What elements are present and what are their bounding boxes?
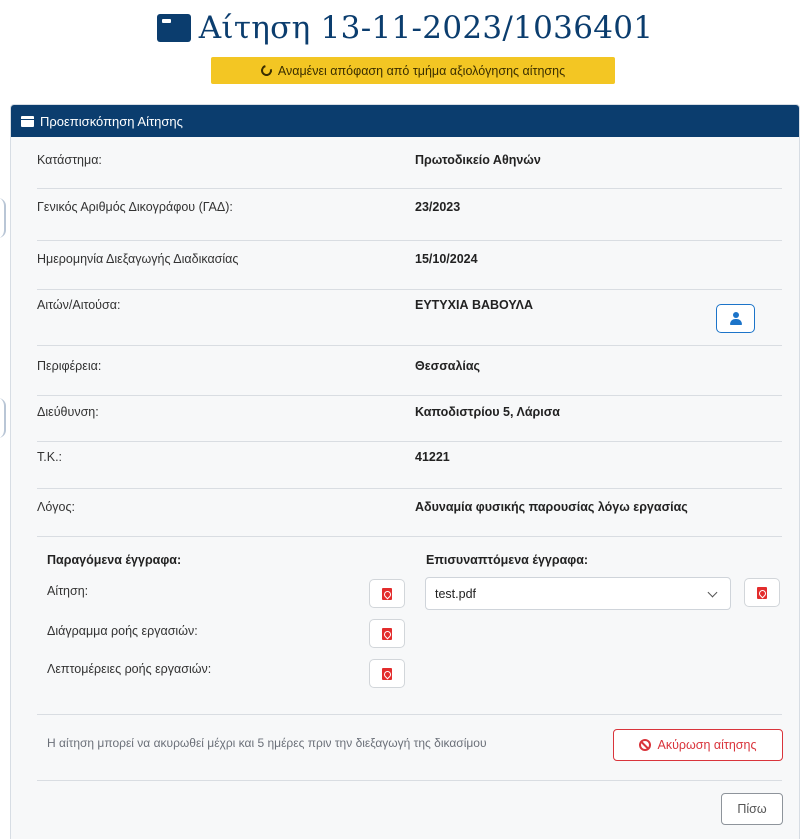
pdf-icon: [757, 586, 767, 599]
status-badge: Αναμένει απόφαση από τμήμα αξιολόγησης α…: [211, 57, 615, 84]
divider: [37, 240, 782, 241]
divider: [37, 345, 782, 346]
page-title: Αίτηση 13-11-2023/1036401: [198, 10, 654, 46]
pdf-icon: [382, 587, 392, 600]
download-attached-pdf-button[interactable]: [744, 578, 780, 607]
pdf-icon: [382, 627, 392, 640]
field-label: Κατάστημα:: [37, 153, 102, 167]
divider: [37, 441, 782, 442]
attached-docs-select[interactable]: test.pdf: [425, 577, 731, 610]
divider: [37, 714, 782, 715]
cancel-button-label: Ακύρωση αίτησης: [657, 738, 757, 752]
field-label: Περιφέρεια:: [37, 359, 102, 373]
page-header: Αίτηση 13-11-2023/1036401: [0, 6, 810, 50]
cancel-application-button[interactable]: Ακύρωση αίτησης: [613, 729, 783, 761]
field-value: Πρωτοδικείο Αθηνών: [415, 153, 541, 167]
divider: [37, 395, 782, 396]
divider: [37, 780, 782, 781]
user-icon: [729, 311, 743, 326]
card-header-title: Προεπισκόπηση Αίτησης: [40, 113, 183, 129]
generated-doc-label: Αίτηση:: [47, 584, 89, 598]
back-button[interactable]: Πίσω: [721, 793, 783, 825]
field-label: Αιτών/Αιτούσα:: [37, 298, 121, 312]
window-icon: [21, 115, 34, 127]
download-workflow-details-pdf-button[interactable]: [369, 659, 405, 688]
field-value: ΕΥΤΥΧΙΑ ΒΑΒΟΥΛΑ: [415, 298, 533, 312]
divider: [37, 488, 782, 489]
generated-doc-label: Διάγραμμα ροής εργασιών:: [47, 624, 198, 638]
applicant-details-button[interactable]: [716, 304, 755, 333]
field-value: 15/10/2024: [415, 252, 478, 266]
generated-doc-label: Λεπτομέρειες ροής εργασιών:: [47, 662, 212, 676]
status-text: Αναμένει απόφαση από τμήμα αξιολόγησης α…: [277, 63, 566, 78]
card-header: Προεπισκόπηση Αίτησης: [11, 105, 799, 137]
pdf-icon: [382, 667, 392, 680]
cancellation-note: Η αίτηση μπορεί να ακυρωθεί μέχρι και 5 …: [47, 736, 487, 750]
field-value: Καποδιστρίου 5, Λάρισα: [415, 405, 560, 419]
background-edge: [0, 0, 10, 839]
field-label: Λόγος:: [37, 500, 76, 514]
field-label: Γενικός Αριθμός Δικογράφου (ΓΑΔ):: [37, 200, 233, 214]
field-value: 23/2023: [415, 200, 461, 214]
field-label: Διεύθυνση:: [37, 405, 99, 419]
ban-icon: [639, 739, 652, 751]
generated-docs-title: Παραγόμενα έγγραφα:: [47, 553, 182, 567]
field-value: Θεσσαλίας: [415, 359, 481, 373]
field-label: Τ.Κ.:: [37, 450, 63, 464]
field-value: 41221: [415, 450, 450, 464]
divider: [37, 188, 782, 189]
attached-docs-title: Επισυναπτόμενα έγγραφα:: [426, 553, 589, 567]
download-workflow-diagram-pdf-button[interactable]: [369, 619, 405, 648]
divider: [37, 289, 782, 290]
field-label: Ημερομηνία Διεξαγωγής Διαδικασίας: [37, 252, 239, 266]
chevron-down-icon: [707, 587, 718, 598]
window-icon: [156, 14, 191, 42]
spinner-icon: [258, 62, 274, 79]
download-application-pdf-button[interactable]: [369, 579, 405, 608]
attached-docs-selected: test.pdf: [435, 586, 476, 601]
divider: [37, 536, 782, 537]
field-value: Αδυναμία φυσικής παρουσίας λόγω εργασίας: [415, 500, 688, 514]
